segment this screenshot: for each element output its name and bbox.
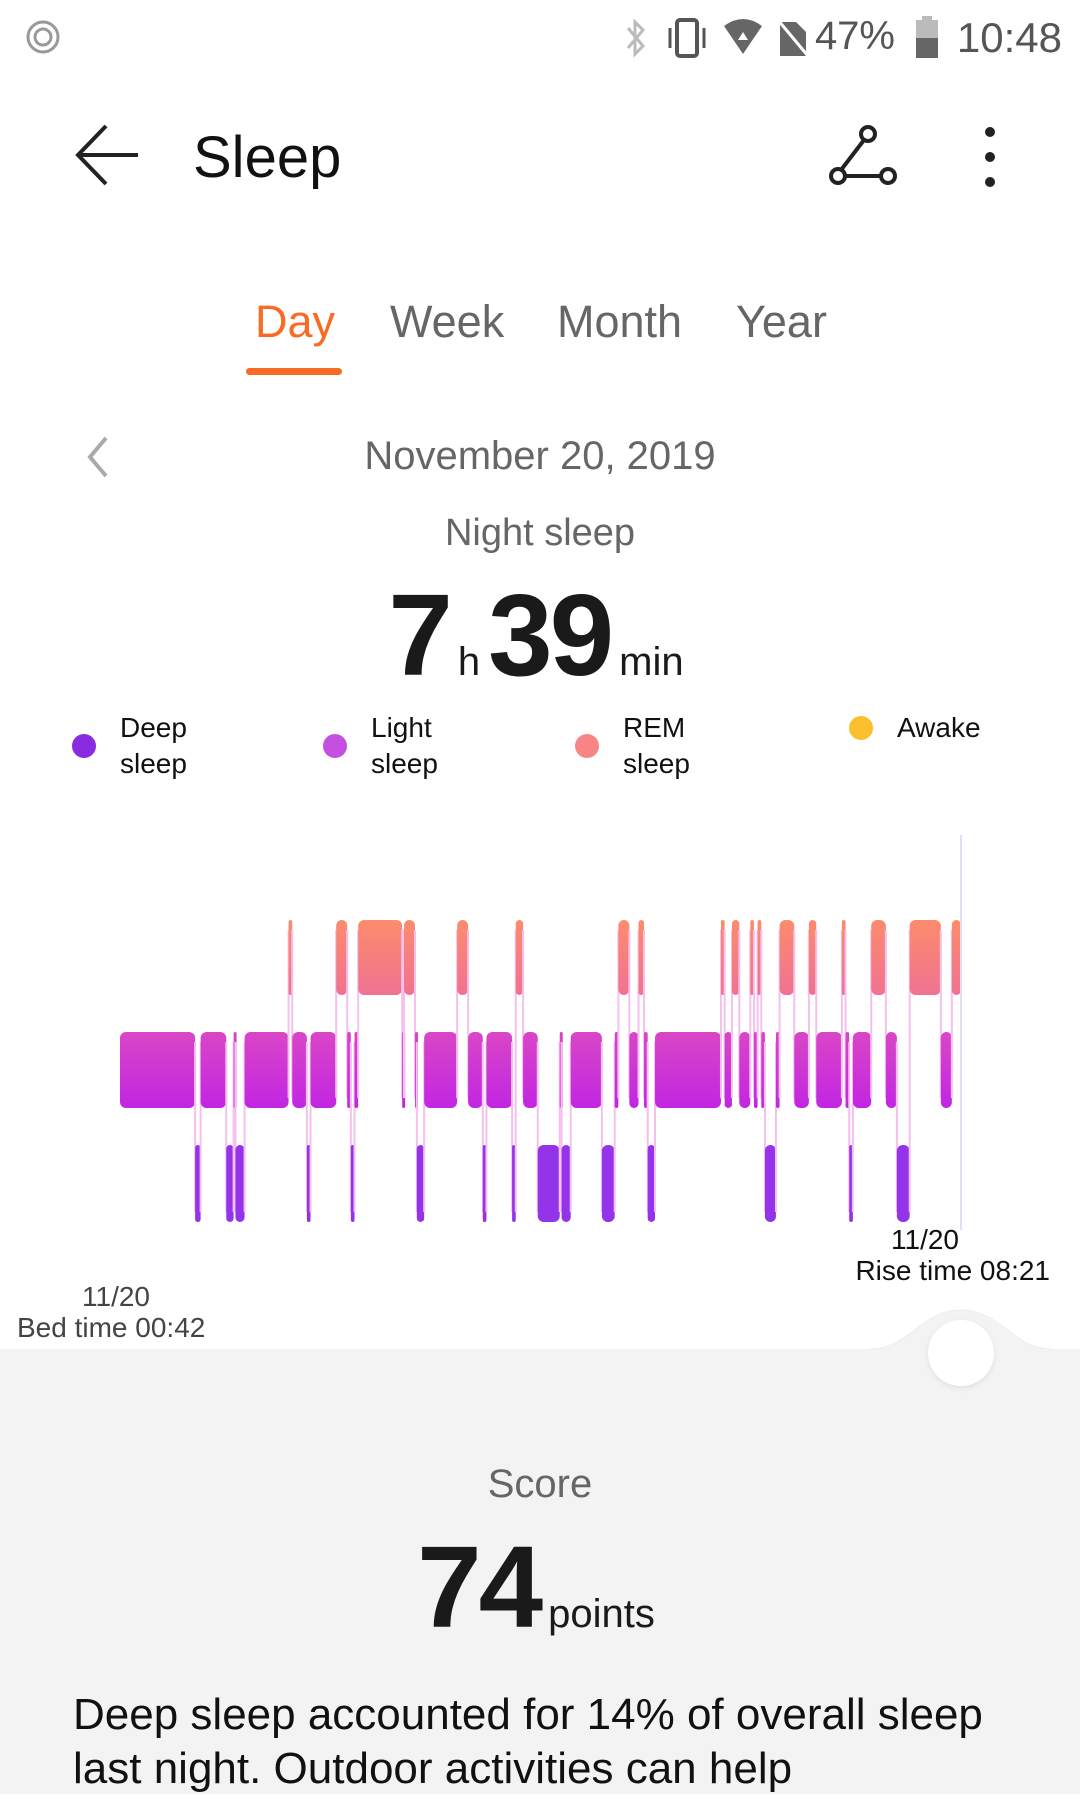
vibrate-icon [668,18,706,58]
sleep-segment-light [655,1032,721,1108]
sleep-segment-light [523,1032,538,1108]
night-sleep-label: Night sleep [444,512,636,554]
sleep-segment-rem [779,920,795,995]
sleep-segment-light [486,1032,513,1108]
sleep-segment-light [570,1032,602,1108]
sleep-segment-light [629,1032,639,1108]
legend-dot-icon [323,734,347,758]
battery-percent: 47% [814,14,895,58]
legend-label: REM sleep [623,712,690,779]
sleep-stage-chart[interactable] [0,820,1080,1240]
legend-label: Deep sleep [120,712,187,779]
sleep-segment-light [244,1032,289,1108]
arrow-left-icon[interactable] [72,122,144,188]
hours-unit: h [457,640,481,684]
sleep-segment-rem [808,920,817,995]
sleep-segment-deep [647,1145,656,1222]
active-tab-indicator [246,368,342,375]
sleep-segment-light [292,1032,307,1108]
more-vertical-icon[interactable] [976,124,1004,190]
sleep-segment-light [120,1032,196,1108]
sleep-insight: Deep sleep accounted for 14% of overall … [73,1690,983,1793]
minutes-value: 39 [488,570,614,700]
bluetooth-icon [626,18,646,58]
bed-time: Bed time 00:42 [17,1312,206,1343]
rise-date: 11/20 [891,1224,959,1255]
page-title: Sleep [193,125,342,190]
sleep-segment-light [852,1032,872,1108]
sleep-segment-deep [416,1145,425,1222]
sleep-segment-light [816,1032,842,1108]
time-slider-handle[interactable] [928,1320,994,1386]
sleep-segment-light [724,1032,732,1108]
sleep-segment-rem [358,920,403,995]
score-label: Score [487,1462,593,1506]
clock: 10:48 [956,14,1062,61]
legend-dot-icon [72,734,96,758]
sleep-segment-light [424,1032,458,1108]
sleep-segment-light [468,1032,483,1108]
sleep-segment-light [794,1032,809,1108]
sleep-segment-rem [951,920,961,995]
sleep-segment-deep [601,1145,615,1222]
sleep-segment-light [885,1032,897,1108]
sleep-segment-deep [896,1145,910,1222]
share-icon[interactable] [826,124,900,190]
tab-day[interactable]: Day [255,296,335,348]
sleep-segment-deep [226,1145,234,1222]
sleep-segment-light [310,1032,337,1108]
legend-label: Awake [897,712,981,743]
sleep-segment-deep [764,1145,776,1222]
sleep-segment-rem [336,920,348,995]
legend-item: Awake [849,710,981,746]
legend-label: Light sleep [371,712,438,779]
tab-year[interactable]: Year [736,296,827,348]
no-sim-icon [776,19,810,57]
battery-icon [916,16,938,58]
legend-item: REM sleep [575,710,733,782]
sleep-segment-rem [618,920,630,995]
period-tabs: Day Week Month Year [0,296,1080,376]
app-spiral-icon [26,20,60,54]
sleep-segment-light [940,1032,952,1108]
score-number: 74 [417,1522,543,1652]
sleep-segment-deep [537,1145,560,1222]
status-bar: 47% 10:48 [0,0,1080,80]
sleep-segment-rem [871,920,886,995]
sleep-segment-rem [515,920,524,995]
legend-dot-icon [849,716,873,740]
tab-week[interactable]: Week [390,296,504,348]
score-value: 74 points [0,1520,1080,1654]
minutes-unit: min [619,640,684,684]
bed-date: 11/20 [82,1281,150,1312]
score-unit: points [548,1592,655,1636]
sleep-duration: 7 h39 min [0,568,1080,702]
rise-time: Rise time 08:21 [855,1255,1050,1286]
sleep-segment-rem [909,920,941,995]
legend-dot-icon [575,734,599,758]
legend-item: Deep sleep [72,710,230,782]
sleep-segment-deep [561,1145,571,1222]
sleep-segment-rem [731,920,740,995]
date-label: November 20, 2019 [364,434,716,478]
sleep-segment-deep [235,1145,245,1222]
wifi-icon [724,19,762,54]
sleep-segment-rem [457,920,469,995]
legend-item: Light sleep [323,710,481,782]
sleep-segment-light [739,1032,751,1108]
sleep-segment-rem [403,920,415,995]
hours-value: 7 [388,570,452,700]
tab-month[interactable]: Month [557,296,682,348]
sleep-segment-light [200,1032,227,1108]
